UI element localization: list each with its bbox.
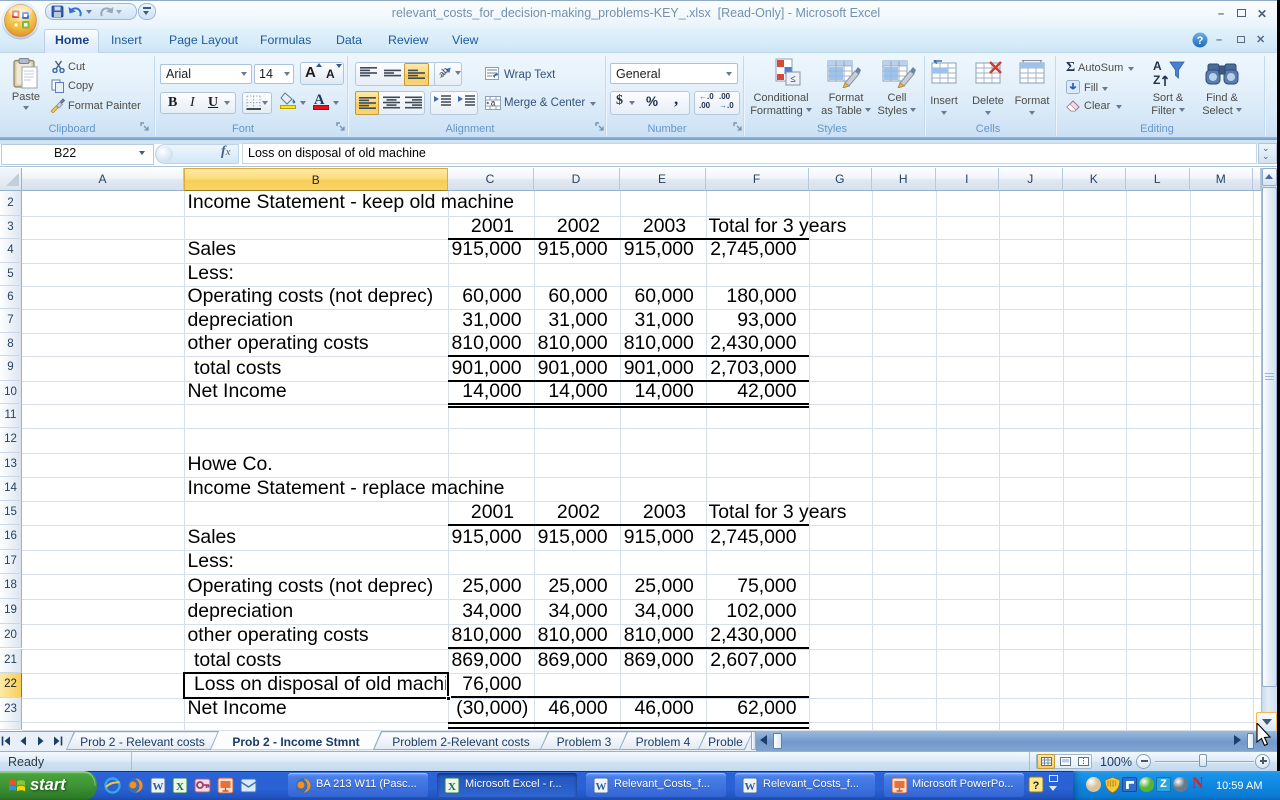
svg-text:X: X <box>176 781 184 793</box>
svg-text:W: W <box>153 781 164 793</box>
svg-text:W: W <box>596 781 607 793</box>
svg-text:≤: ≤ <box>790 74 796 85</box>
svg-text:a: a <box>491 99 496 108</box>
svg-text:A: A <box>1153 59 1162 73</box>
svg-text:Z: Z <box>1153 73 1160 87</box>
svg-text:?: ? <box>1197 35 1204 47</box>
svg-text:W: W <box>745 781 756 793</box>
svg-text:ab: ab <box>438 65 450 79</box>
svg-text:X: X <box>448 781 456 793</box>
svg-text:?: ? <box>1033 780 1040 792</box>
